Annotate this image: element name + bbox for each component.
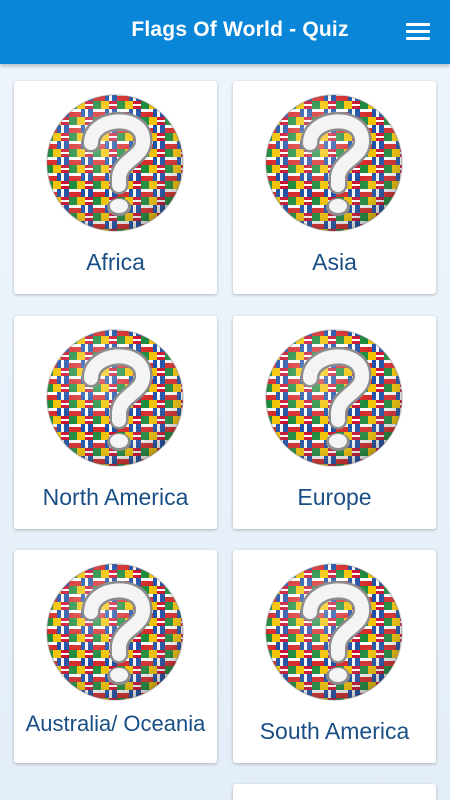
category-grid: Africa Asia North America Europe Austral… bbox=[0, 64, 450, 800]
category-card-north-america[interactable]: North America bbox=[14, 316, 217, 529]
category-card-australia-oceania[interactable]: Australia/ Oceania bbox=[14, 550, 217, 763]
app-screen: Flags Of World - Quiz Africa Asia North … bbox=[0, 0, 450, 800]
category-label: Australia/ Oceania bbox=[25, 711, 206, 736]
flag-globe-question-icon bbox=[45, 328, 185, 468]
category-label: South America bbox=[259, 718, 410, 744]
flag-globe-question-icon bbox=[45, 562, 185, 702]
category-card-asia[interactable]: Asia bbox=[233, 81, 436, 294]
app-bar: Flags Of World - Quiz bbox=[0, 0, 450, 64]
app-title: Flags Of World - Quiz bbox=[131, 18, 349, 41]
category-label: Europe bbox=[297, 484, 372, 510]
category-label: Africa bbox=[86, 249, 145, 275]
category-label: North America bbox=[42, 484, 189, 510]
flag-globe-question-icon bbox=[45, 93, 185, 233]
category-card-europe[interactable]: Europe bbox=[233, 316, 436, 529]
category-card-south-america[interactable]: South America bbox=[233, 550, 436, 763]
flag-globe-question-icon bbox=[264, 562, 404, 702]
category-label: Asia bbox=[312, 249, 357, 275]
category-card-africa[interactable]: Africa bbox=[14, 81, 217, 294]
category-card-partial[interactable] bbox=[233, 784, 436, 800]
flag-globe-question-icon bbox=[264, 328, 404, 468]
flag-globe-question-icon bbox=[264, 93, 404, 233]
hamburger-menu-icon[interactable] bbox=[406, 21, 430, 41]
